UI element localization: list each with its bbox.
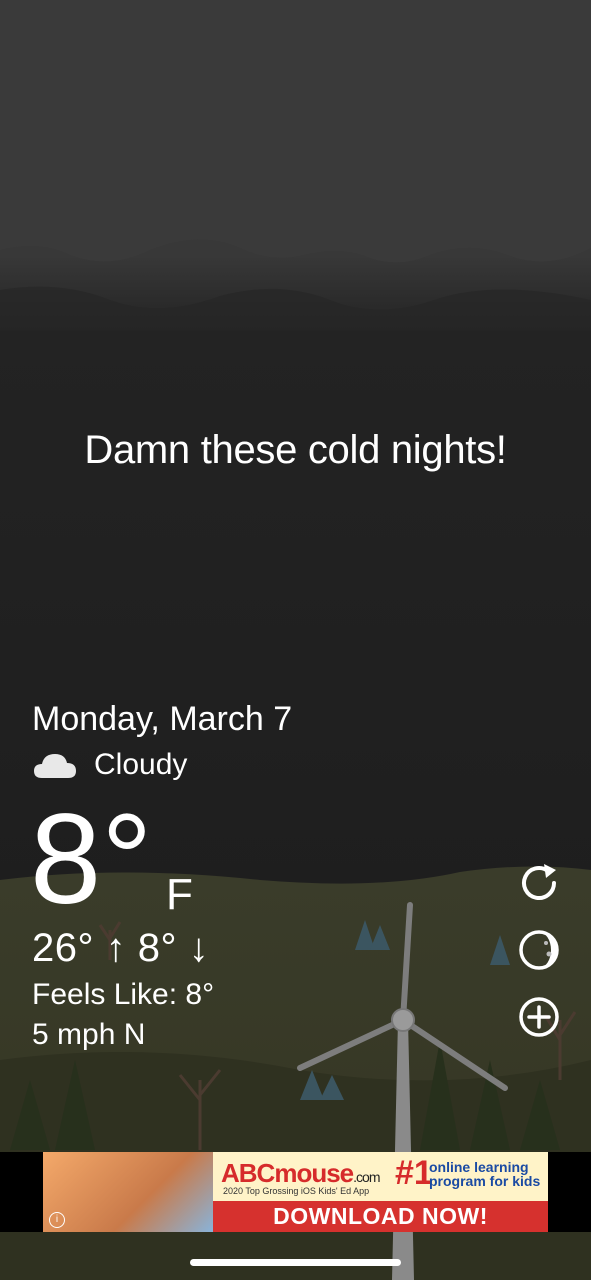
ad-download-button[interactable]: DOWNLOAD NOW! bbox=[213, 1201, 548, 1232]
temperature-unit[interactable]: F bbox=[166, 870, 193, 920]
weather-message: Damn these cold nights! bbox=[84, 428, 507, 472]
add-location-icon[interactable] bbox=[516, 994, 562, 1040]
ad-subtitle: online learning program for kids bbox=[429, 1159, 541, 1189]
ad-creative[interactable]: i ABCmouse.com 2020 Top Grossing iOS Kid… bbox=[43, 1152, 548, 1232]
ad-illustration: i bbox=[43, 1152, 213, 1232]
feels-like: Feels Like: 8° bbox=[32, 978, 215, 1011]
ad-content: ABCmouse.com 2020 Top Grossing iOS Kids'… bbox=[213, 1152, 548, 1232]
moon-phase-icon[interactable] bbox=[516, 927, 562, 973]
high-low-temperature: 26° ↑ 8° ↓ bbox=[32, 926, 210, 970]
home-indicator[interactable] bbox=[190, 1259, 401, 1266]
cloud-icon bbox=[34, 754, 76, 778]
current-temperature: 8° bbox=[30, 788, 153, 931]
ad-tagline: 2020 Top Grossing iOS Kids' Ed App bbox=[223, 1186, 370, 1196]
ad-logo: ABCmouse.com bbox=[221, 1158, 380, 1188]
ad-info-icon[interactable]: i bbox=[49, 1212, 65, 1228]
background-scene bbox=[0, 0, 591, 1280]
condition-row: Cloudy bbox=[32, 748, 187, 782]
condition-label: Cloudy bbox=[94, 748, 188, 781]
ad-banner[interactable]: i ABCmouse.com 2020 Top Grossing iOS Kid… bbox=[0, 1152, 591, 1232]
refresh-icon[interactable] bbox=[516, 860, 562, 906]
ad-rank: #1 bbox=[395, 1154, 433, 1192]
date-label: Monday, March 7 bbox=[32, 700, 293, 738]
wind-speed: 5 mph N bbox=[32, 1018, 146, 1051]
